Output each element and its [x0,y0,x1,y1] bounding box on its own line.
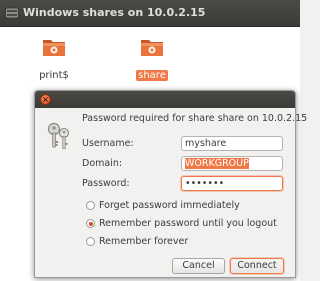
keys-icon [47,122,70,149]
window-titlebar: Windows shares on 10.0.2.15 [0,0,300,27]
password-label: Password: [82,178,130,189]
password-field[interactable]: ••••••• [181,176,283,191]
domain-label: Domain: [82,158,123,169]
folder-item-print[interactable]: print$ [29,35,79,82]
folder-icon [141,40,163,56]
domain-field[interactable]: WORKGROUP [181,156,283,171]
folder-label: print$ [39,70,69,81]
radio-button[interactable] [86,201,95,210]
folder-item-share[interactable]: share [127,35,177,82]
connect-button[interactable]: Connect [230,258,284,274]
folder-icon [43,40,65,56]
radio-label: Remember password until you logout [99,218,277,229]
radio-button[interactable] [86,237,95,246]
dialog-titlebar: × [35,91,295,108]
radio-label: Forget password immediately [99,200,240,211]
cancel-button[interactable]: Cancel [172,258,225,274]
close-icon[interactable]: × [40,94,51,105]
username-label: Username: [82,138,134,149]
folder-label: share [136,70,168,81]
drive-icon [5,7,19,19]
radio-button[interactable] [86,219,95,228]
password-dialog: × Password required for share share on 1… [34,90,307,278]
dialog-prompt: Password required for share share on 10.… [82,113,308,124]
domain-value: WORKGROUP [185,158,249,169]
username-field[interactable]: myshare [181,136,283,151]
radio-label: Remember forever [99,236,189,247]
window-title: Windows shares on 10.0.2.15 [23,6,206,19]
